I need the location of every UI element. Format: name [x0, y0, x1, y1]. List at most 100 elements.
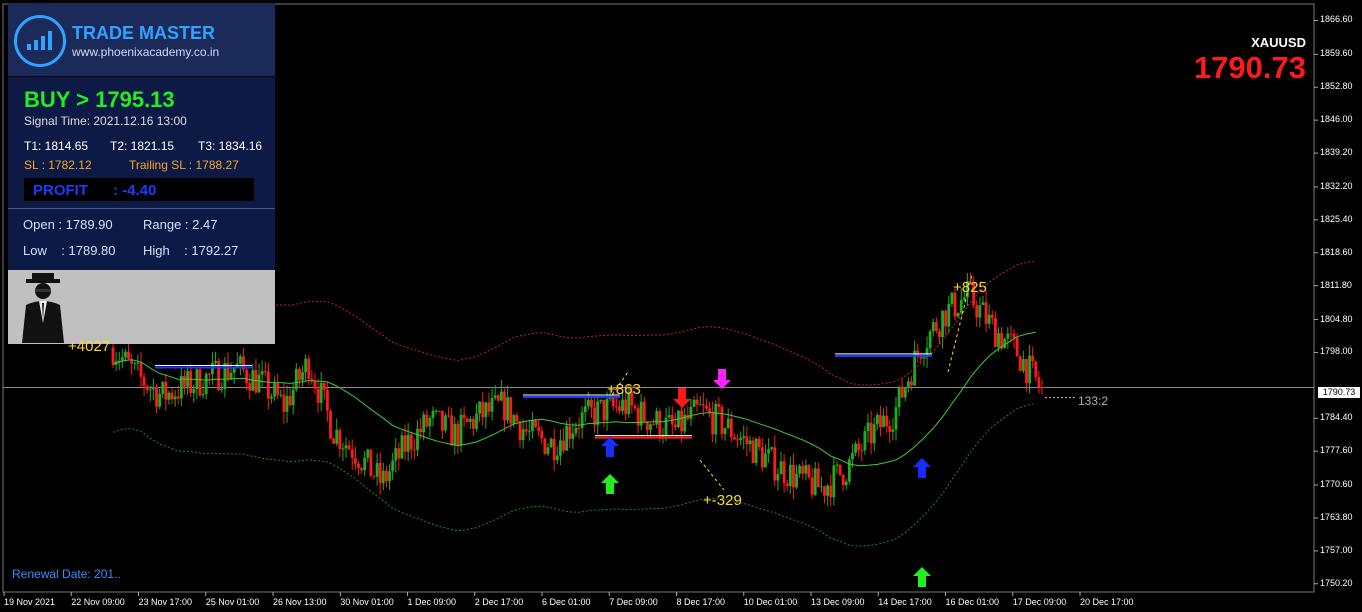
candle-body [257, 374, 261, 393]
candle-body [148, 389, 152, 391]
candle-body [493, 395, 497, 399]
candle-body [214, 360, 217, 363]
candle-body [350, 449, 354, 459]
y-tick-label: 1798.00 [1320, 346, 1353, 357]
candle-body [614, 406, 618, 408]
candle-body [220, 389, 224, 391]
candle-body [997, 333, 1000, 347]
candle-body [366, 449, 370, 458]
current-price-tag: 1790.73 [1318, 387, 1360, 398]
candle-body [111, 347, 115, 365]
candle-body [344, 445, 348, 449]
candle-body [739, 437, 743, 441]
candle-body [767, 449, 770, 454]
candle-body [453, 423, 457, 446]
candle-body [524, 429, 528, 432]
candle-body [764, 453, 767, 468]
y-tick-label: 1750.20 [1320, 577, 1353, 588]
signal-text: BUY > 1795.13 [24, 87, 175, 112]
target-3: T3: 1834.16 [198, 139, 263, 153]
candle-body [990, 314, 994, 319]
x-tick-label: 6 Dec 01:00 [542, 597, 591, 607]
x-tick-label: 17 Dec 09:00 [1012, 597, 1067, 607]
candle-body [204, 373, 208, 394]
candle-body [527, 431, 531, 433]
ratio-label: 133:2 [1078, 394, 1109, 408]
candle-body [844, 481, 848, 486]
y-tick-label: 1811.80 [1320, 279, 1352, 290]
candle-body [941, 310, 944, 337]
candle-body [369, 449, 373, 477]
candle-body [273, 383, 276, 397]
candle-body [133, 363, 137, 365]
candle-body [820, 486, 823, 488]
candle-body [363, 457, 367, 471]
trailing-stop-loss: Trailing SL : 1788.27 [129, 158, 239, 172]
candle-body [981, 302, 985, 306]
candle-body [211, 362, 214, 375]
y-tick-label: 1859.60 [1320, 48, 1353, 59]
candle-body [503, 391, 506, 421]
candle-body [947, 303, 951, 327]
candle-body [605, 398, 609, 421]
y-tick-label: 1846.00 [1320, 114, 1353, 125]
candle-body [962, 297, 966, 300]
candle-body [813, 468, 817, 495]
candle-body [170, 392, 174, 400]
candle-body [568, 426, 572, 439]
candle-body [434, 410, 438, 412]
candle-body [447, 415, 450, 417]
candle-body [549, 438, 553, 448]
candle-body [456, 423, 460, 446]
candle-body [304, 358, 308, 373]
candle-body [444, 415, 447, 431]
candle-body [580, 412, 584, 428]
candle-body [655, 411, 659, 425]
symbol-label: XAUUSD [1251, 35, 1306, 50]
candle-body [649, 424, 652, 430]
candle-body [900, 386, 904, 398]
candle-body [232, 367, 236, 373]
trend-guide-line [699, 459, 725, 491]
candle-body [319, 382, 323, 403]
annotation-329: +-329 [703, 492, 742, 509]
low-value: Low : 1789.80 [23, 243, 116, 258]
candle-body [906, 381, 910, 388]
candle-body [546, 447, 550, 454]
candle-body [381, 470, 385, 484]
candle-body [325, 390, 329, 411]
x-tick-label: 22 Nov 09:00 [71, 597, 125, 607]
candle-body [944, 310, 948, 327]
candle-body [795, 473, 798, 488]
candle-body [882, 415, 885, 428]
bar-chart-logo-icon [14, 15, 66, 67]
candle-body [406, 434, 410, 452]
buy-arrow-icon [601, 474, 619, 494]
renewal-date: Renewal Date: 201.. [12, 567, 121, 581]
candle-body [599, 399, 603, 402]
candle-body [770, 447, 774, 450]
candle-body [891, 429, 895, 432]
candle-body [416, 428, 419, 450]
candle-body [689, 406, 693, 419]
candle-body [329, 410, 332, 439]
candle-body [938, 331, 941, 337]
candle-body [1015, 337, 1019, 357]
candle-body [720, 407, 724, 434]
candle-body [397, 448, 401, 459]
candle-body [288, 396, 292, 406]
candle-body [729, 418, 733, 438]
candle-body [189, 370, 193, 394]
candle-body [276, 383, 280, 396]
candle-body [285, 396, 289, 412]
y-tick-label: 1770.60 [1320, 479, 1353, 490]
x-tick-label: 26 Nov 13:00 [273, 597, 327, 607]
candle-body [708, 408, 711, 412]
candle-body [229, 372, 233, 379]
candle-body [624, 399, 628, 415]
candle-body [120, 357, 124, 361]
trade-master-panel: TRADE MASTER www.phoenixacademy.co.in BU… [8, 3, 275, 344]
candle-body [711, 411, 715, 435]
x-tick-label: 16 Dec 01:00 [945, 597, 1000, 607]
candle-body [863, 431, 867, 451]
